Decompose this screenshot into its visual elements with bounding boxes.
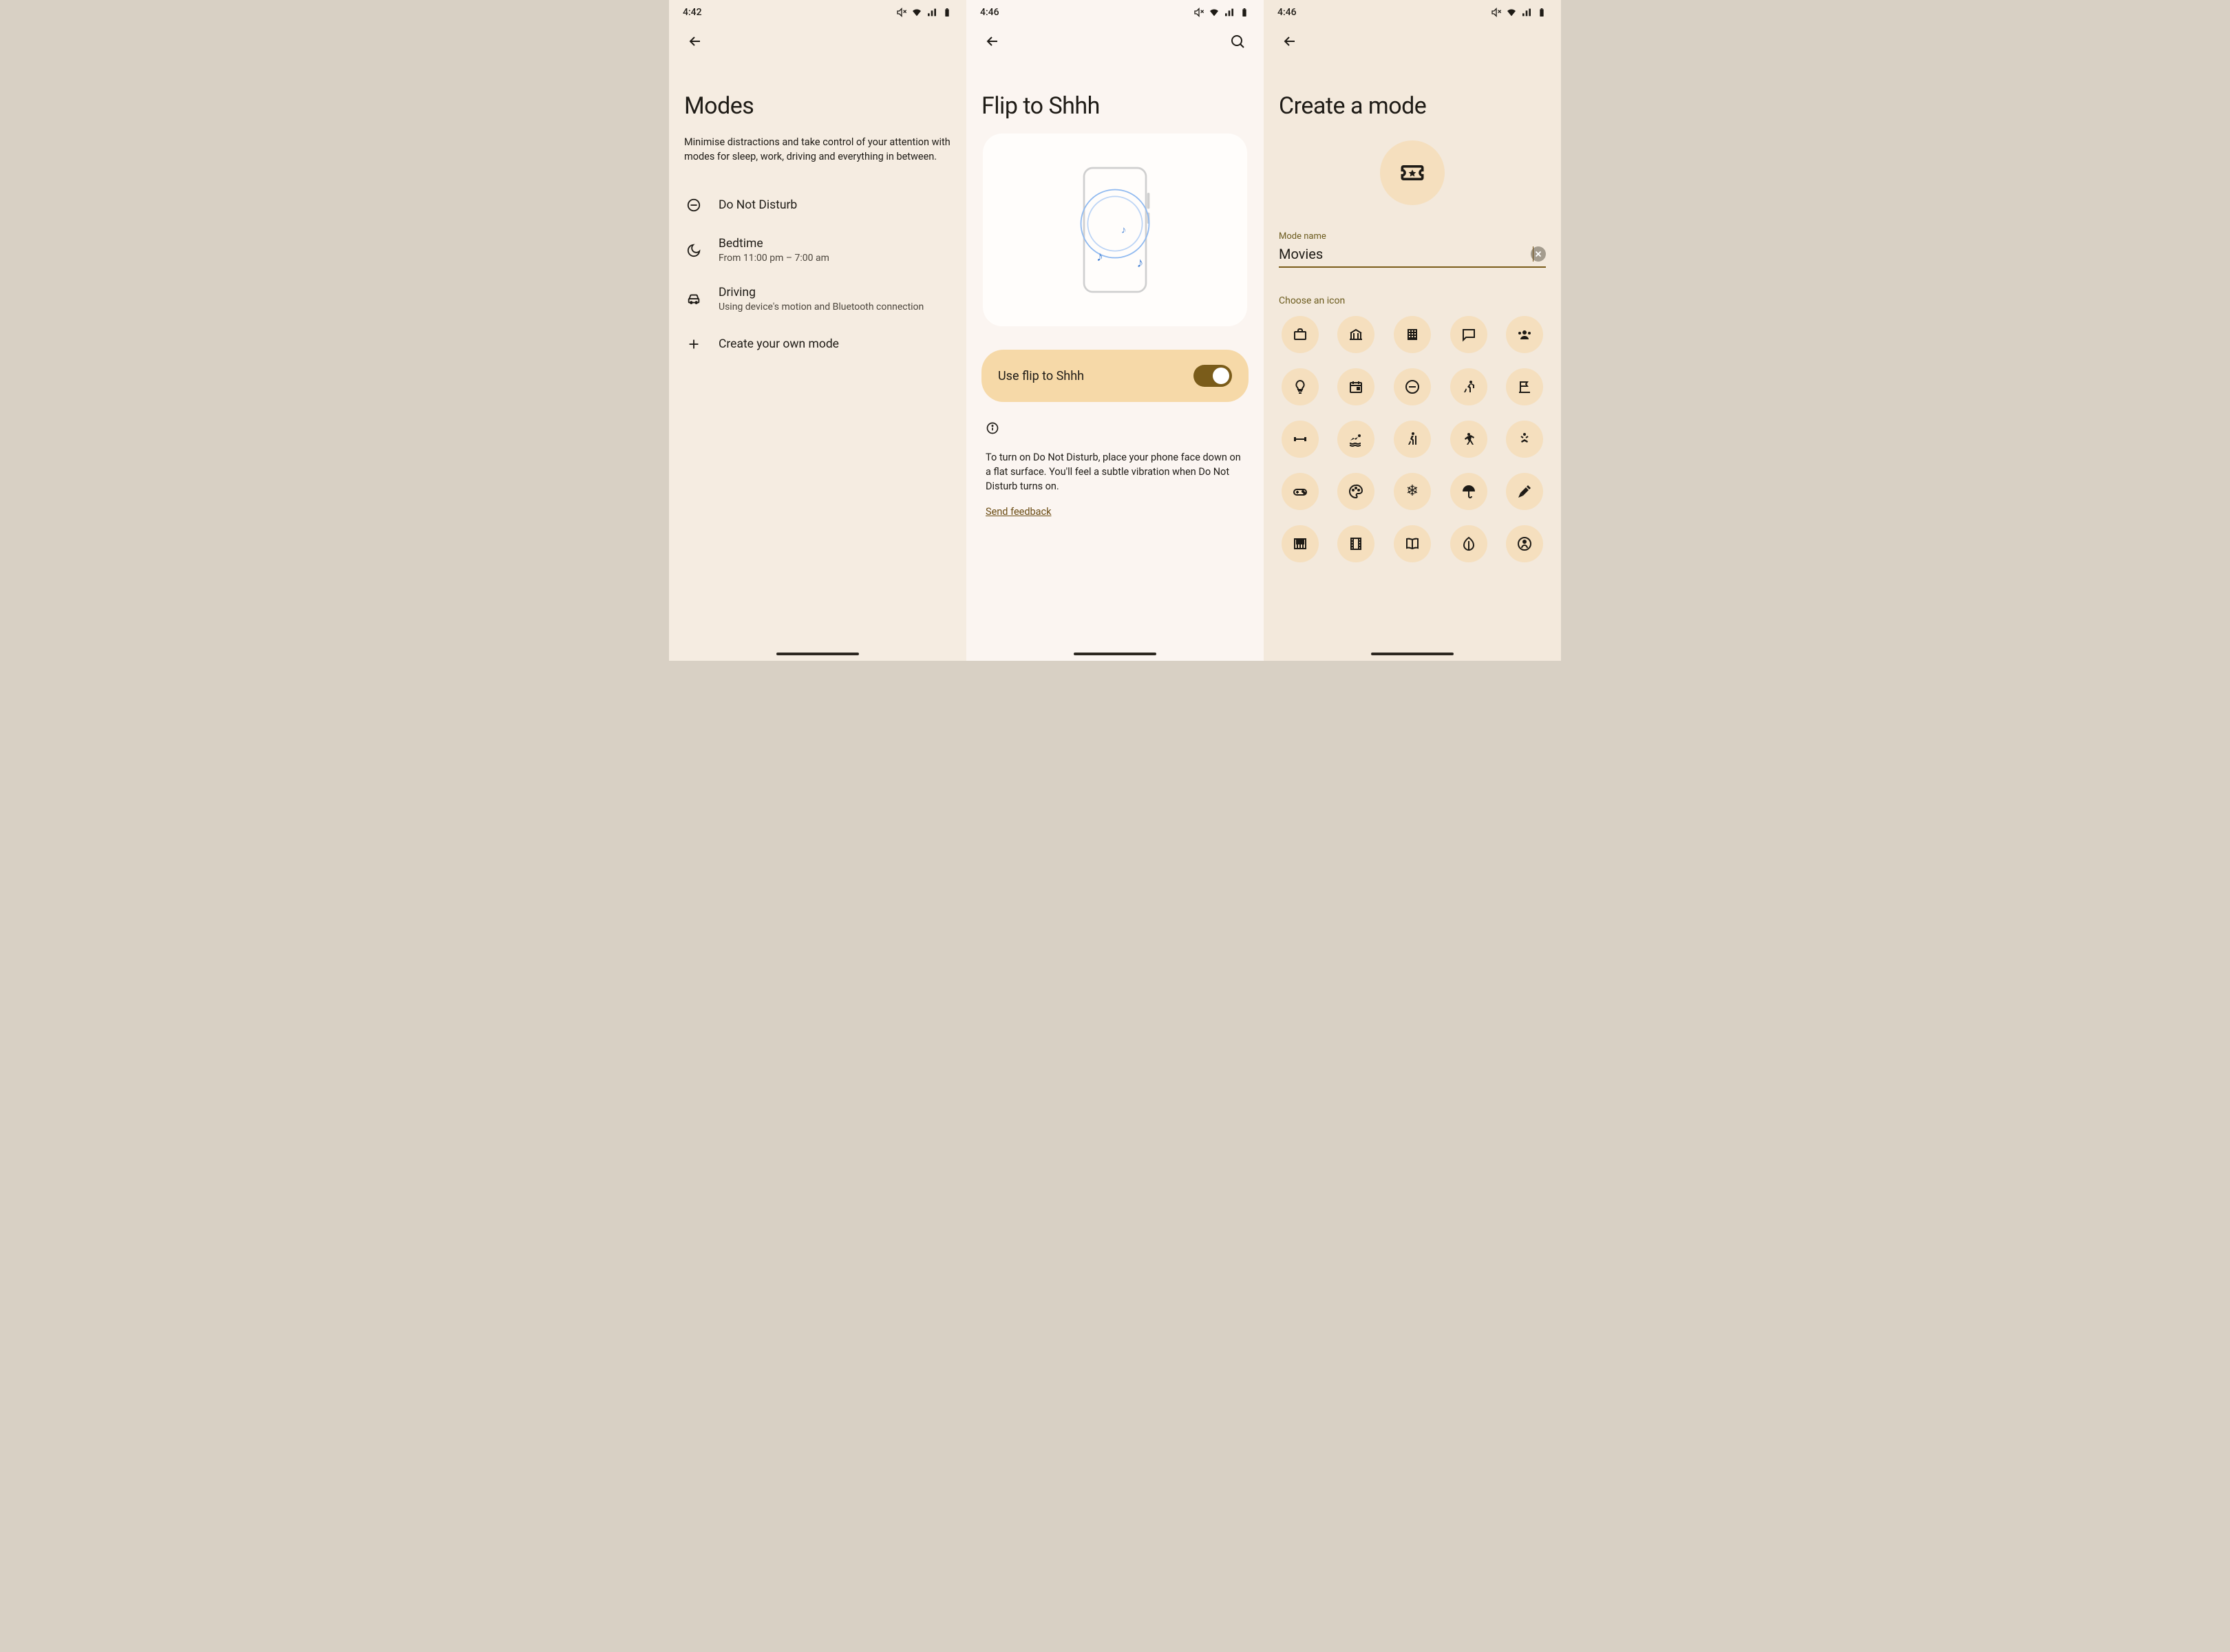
mode-item-title: Bedtime bbox=[719, 237, 951, 251]
hiking-icon[interactable] bbox=[1394, 421, 1431, 458]
send-feedback-link[interactable]: Send feedback bbox=[986, 506, 1244, 518]
signal-icon bbox=[926, 7, 937, 18]
back-button[interactable] bbox=[681, 28, 709, 55]
status-bar: 4:46 bbox=[966, 0, 1264, 25]
mode-item-sub: Using device's motion and Bluetooth conn… bbox=[719, 301, 951, 313]
car-icon bbox=[684, 290, 703, 309]
icon-grid: ❄ bbox=[1264, 316, 1561, 576]
battery-icon bbox=[942, 7, 953, 18]
back-button[interactable] bbox=[1276, 28, 1304, 55]
dumbbell-icon[interactable] bbox=[1282, 421, 1319, 458]
battery-icon bbox=[1239, 7, 1250, 18]
svg-text:♪: ♪ bbox=[1121, 224, 1126, 236]
mute-icon bbox=[896, 7, 907, 18]
mode-item-dnd[interactable]: Do Not Disturb bbox=[675, 184, 961, 226]
gamepad-icon[interactable] bbox=[1282, 473, 1319, 510]
briefcase-icon[interactable] bbox=[1282, 316, 1319, 353]
snowflake-icon[interactable]: ❄ bbox=[1394, 473, 1431, 510]
ticket-icon bbox=[1397, 158, 1427, 188]
status-time: 4:46 bbox=[1277, 7, 1297, 18]
back-icon bbox=[984, 33, 1001, 50]
back-button[interactable] bbox=[979, 28, 1006, 55]
status-bar: 4:46 bbox=[1264, 0, 1561, 25]
dance-icon[interactable] bbox=[1450, 421, 1487, 458]
toggle-label: Use flip to Shhh bbox=[998, 369, 1185, 383]
battery-icon bbox=[1536, 7, 1547, 18]
info-icon bbox=[986, 421, 1244, 438]
status-icons bbox=[1193, 7, 1250, 18]
mode-item-create[interactable]: Create your own mode bbox=[675, 324, 961, 365]
search-icon bbox=[1229, 33, 1246, 50]
mode-item-title: Driving bbox=[719, 286, 951, 299]
chat-icon[interactable] bbox=[1450, 316, 1487, 353]
bulb-icon[interactable] bbox=[1282, 368, 1319, 405]
group-icon[interactable] bbox=[1506, 316, 1543, 353]
mode-item-title: Create your own mode bbox=[719, 337, 951, 351]
umbrella-icon[interactable] bbox=[1450, 473, 1487, 510]
screen-flip: 4:46 Flip to Shhh bbox=[966, 0, 1264, 661]
book-icon[interactable] bbox=[1394, 525, 1431, 562]
bank-icon[interactable] bbox=[1337, 316, 1374, 353]
palette-icon[interactable] bbox=[1337, 473, 1374, 510]
mode-item-title: Do Not Disturb bbox=[719, 198, 951, 212]
page-title: Flip to Shhh bbox=[966, 58, 1264, 125]
gesture-bar bbox=[1074, 653, 1156, 655]
moon-icon bbox=[684, 241, 703, 260]
back-icon bbox=[687, 33, 703, 50]
gesture-bar bbox=[1371, 653, 1454, 655]
piano-icon[interactable] bbox=[1282, 525, 1319, 562]
gesture-bar bbox=[776, 653, 859, 655]
screen-create: 4:46 Create a mode Mode name Mo bbox=[1264, 0, 1561, 661]
flip-illustration: ♪ ♪ ♪ bbox=[983, 134, 1247, 326]
close-icon bbox=[1533, 249, 1543, 259]
wifi-icon bbox=[1209, 7, 1220, 18]
flip-toggle[interactable]: Use flip to Shhh bbox=[981, 350, 1249, 402]
wifi-icon bbox=[1506, 7, 1517, 18]
svg-text:♪: ♪ bbox=[1137, 255, 1144, 271]
calendar-icon[interactable] bbox=[1337, 368, 1374, 405]
plus-icon bbox=[684, 335, 703, 354]
building-icon[interactable] bbox=[1394, 316, 1431, 353]
page-title: Create a mode bbox=[1264, 58, 1561, 125]
toggle-switch[interactable] bbox=[1193, 365, 1232, 387]
leaf-icon[interactable] bbox=[1450, 525, 1487, 562]
field-label: Mode name bbox=[1279, 231, 1546, 242]
page-title: Modes bbox=[669, 58, 966, 125]
status-icons bbox=[1491, 7, 1547, 18]
running-icon[interactable] bbox=[1450, 368, 1487, 405]
mute-icon bbox=[1491, 7, 1502, 18]
screen-modes: 4:42 Modes Minimise distractions and tak… bbox=[669, 0, 966, 661]
svg-text:♪: ♪ bbox=[1096, 248, 1103, 264]
mode-item-driving[interactable]: Driving Using device's motion and Blueto… bbox=[675, 275, 961, 324]
flag-icon[interactable] bbox=[1506, 368, 1543, 405]
mode-name-input[interactable]: Movies bbox=[1279, 246, 1531, 262]
mode-name-field[interactable]: Mode name Movies bbox=[1264, 205, 1561, 268]
mode-item-sub: From 11:00 pm – 7:00 am bbox=[719, 253, 951, 264]
back-icon bbox=[1282, 33, 1298, 50]
status-bar: 4:42 bbox=[669, 0, 966, 25]
tools-icon[interactable] bbox=[1506, 473, 1543, 510]
signal-icon bbox=[1521, 7, 1532, 18]
choose-icon-label: Choose an icon bbox=[1264, 268, 1561, 316]
status-icons bbox=[896, 7, 953, 18]
wifi-icon bbox=[911, 7, 922, 18]
page-subtitle: Minimise distractions and take control o… bbox=[669, 125, 966, 184]
swimming-icon[interactable] bbox=[1337, 421, 1374, 458]
mode-item-bedtime[interactable]: Bedtime From 11:00 pm – 7:00 am bbox=[675, 226, 961, 275]
dnd-icon bbox=[684, 195, 703, 215]
film-icon[interactable] bbox=[1337, 525, 1374, 562]
info-text: To turn on Do Not Disturb, place your ph… bbox=[986, 450, 1244, 494]
status-time: 4:46 bbox=[980, 7, 999, 18]
wellness-icon[interactable] bbox=[1506, 525, 1543, 562]
yoga-icon[interactable] bbox=[1506, 421, 1543, 458]
mute-icon bbox=[1193, 7, 1204, 18]
selected-icon-preview[interactable] bbox=[1380, 140, 1445, 205]
status-time: 4:42 bbox=[683, 7, 702, 18]
dnd-icon[interactable] bbox=[1394, 368, 1431, 405]
signal-icon bbox=[1224, 7, 1235, 18]
search-button[interactable] bbox=[1224, 28, 1251, 55]
